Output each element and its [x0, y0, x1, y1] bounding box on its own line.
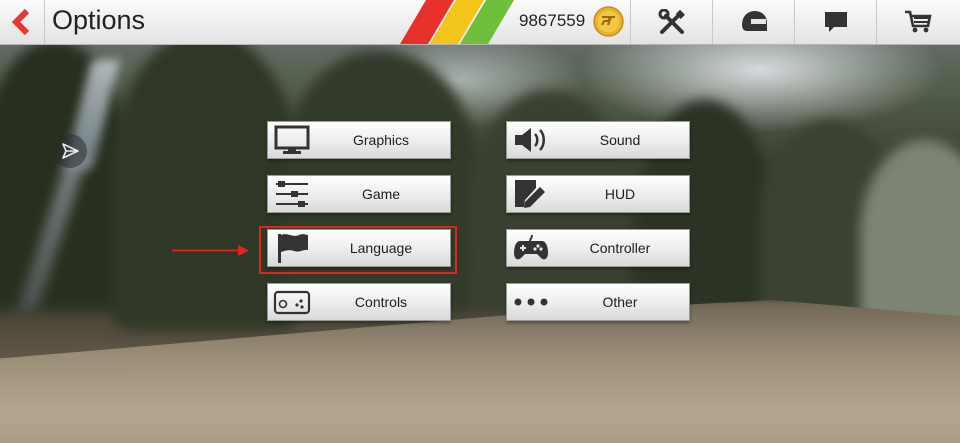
monitor-icon [272, 125, 312, 155]
sliders-icon [272, 179, 312, 209]
messages-button[interactable] [794, 0, 877, 44]
highlight-box [259, 226, 457, 274]
more-dots-icon [511, 287, 551, 317]
share-icon [62, 143, 79, 159]
game-button[interactable]: Game [267, 175, 451, 213]
controller-label: Controller [589, 240, 651, 256]
brand-stripes [400, 0, 514, 44]
pointer-arrow [172, 245, 249, 256]
speaker-icon [511, 125, 551, 155]
share-button[interactable] [53, 134, 87, 168]
other-button[interactable]: Other [506, 283, 690, 321]
other-label: Other [602, 294, 638, 310]
hud-button[interactable]: HUD [506, 175, 690, 213]
controller-button[interactable]: Controller [506, 229, 690, 267]
controls-button[interactable]: Controls [267, 283, 451, 321]
sound-label: Sound [599, 132, 641, 148]
top-bar: Options 9867559 [0, 0, 960, 45]
coin-balance: 9867559 [519, 11, 586, 30]
phone-controls-icon [272, 287, 312, 317]
tools-icon [658, 9, 685, 34]
coin-icon[interactable] [593, 6, 624, 37]
graphics-button[interactable]: Graphics [267, 121, 451, 159]
back-arrow-icon [11, 8, 30, 36]
edit-icon [511, 179, 551, 209]
controls-label: Controls [354, 294, 408, 310]
gamepad-icon [511, 233, 551, 263]
game-label: Game [361, 186, 401, 202]
driver-button[interactable] [712, 0, 795, 44]
tune-button[interactable] [630, 0, 713, 44]
shop-button[interactable] [876, 0, 959, 44]
hud-label: HUD [604, 186, 636, 202]
sound-button[interactable]: Sound [506, 121, 690, 159]
cart-icon [905, 10, 932, 33]
helmet-icon [742, 11, 767, 31]
page-title: Options [52, 5, 146, 35]
graphics-label: Graphics [352, 132, 410, 148]
back-button[interactable] [0, 0, 45, 44]
background-scene [0, 0, 960, 443]
chat-icon [825, 12, 847, 32]
